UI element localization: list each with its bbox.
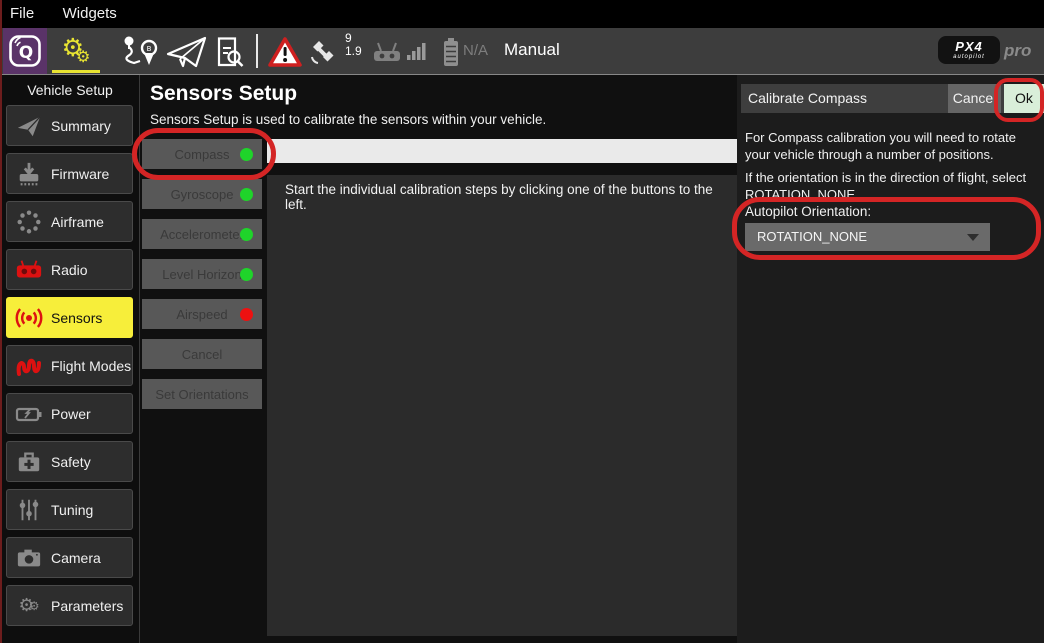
flight-modes-wave-icon [7, 353, 51, 379]
gears-icon: ⚙⚙ [7, 595, 51, 616]
airspeed-status-dot [240, 308, 253, 321]
rc-transmitter-icon [372, 40, 402, 64]
svg-text:Q: Q [19, 43, 33, 63]
sidebar-item-summary[interactable]: Summary [6, 105, 133, 146]
sidebar-item-parameters[interactable]: ⚙⚙ Parameters [6, 585, 133, 626]
px4-autopilot-logo: PX4 autopilot [938, 36, 1000, 64]
autopilot-orientation-label: Autopilot Orientation: [745, 204, 871, 219]
radio-transmitter-icon [7, 257, 51, 283]
sidebar-item-power[interactable]: Power [6, 393, 133, 434]
level-horizon-button[interactable]: Level Horizon [142, 259, 262, 289]
compass-calibration-help-text: For Compass calibration you will need to… [745, 130, 1043, 163]
ok-button[interactable]: Ok [1004, 84, 1044, 113]
dotted-circle-icon [7, 209, 51, 235]
menu-widgets[interactable]: Widgets [51, 0, 129, 28]
set-orientations-button[interactable]: Set Orientations [142, 379, 262, 409]
calibration-log-panel: Start the individual calibration steps b… [267, 175, 737, 636]
sidebar-item-safety[interactable]: Safety [6, 441, 133, 482]
gear-icon: ⚙ [76, 49, 90, 66]
vehicle-messages-indicator[interactable] [268, 36, 302, 73]
calibration-instruction-text: Start the individual calibration steps b… [285, 182, 737, 212]
gyroscope-button[interactable]: Gyroscope [142, 179, 262, 209]
sensors-signal-icon [7, 305, 51, 331]
plan-tab[interactable]: B [120, 34, 162, 75]
qgroundcontrol-window: File Widgets Q ⚙⚙ B [0, 0, 1044, 643]
window-left-edge [0, 0, 2, 643]
fly-tab[interactable] [166, 35, 208, 74]
sliders-icon [7, 497, 51, 523]
page-subtitle: Sensors Setup is used to calibrate the s… [150, 112, 546, 127]
cancel-button[interactable]: Cancel [948, 84, 1001, 113]
accelerometer-button[interactable]: Accelerometer [142, 219, 262, 249]
vehicle-setup-tab[interactable]: ⚙⚙ [52, 28, 100, 70]
power-battery-icon [7, 402, 51, 426]
gps-indicator[interactable] [306, 36, 340, 73]
battery-indicator[interactable] [440, 36, 462, 73]
calibrate-compass-panel: Calibrate Compass Cancel Ok For Compass … [737, 75, 1044, 643]
sidebar-item-sensors[interactable]: Sensors [6, 297, 133, 338]
battery-icon [440, 36, 462, 68]
accelerometer-status-dot [240, 228, 253, 241]
warning-triangle-icon [268, 36, 302, 68]
svg-text:B: B [147, 45, 152, 53]
sidebar-item-flight-modes[interactable]: Flight Modes [6, 345, 133, 386]
airspeed-button[interactable]: Airspeed [142, 299, 262, 329]
sidebar-title: Vehicle Setup [0, 82, 140, 98]
gyroscope-status-dot [240, 188, 253, 201]
autopilot-orientation-dropdown[interactable]: ROTATION_NONE [745, 223, 990, 251]
qgc-q-icon: Q [8, 34, 42, 68]
orientation-help-text: If the orientation is in the direction o… [745, 170, 1043, 203]
vehicle-setup-sidebar: Vehicle Setup Summary Firmware Airframe [0, 75, 140, 643]
px4-pro-label: pro [1004, 41, 1031, 61]
sidebar-item-tuning[interactable]: Tuning [6, 489, 133, 530]
waypoint-route-icon: B [120, 34, 162, 70]
sidebar-divider [139, 75, 140, 643]
menu-bar: File Widgets [0, 0, 1044, 28]
flight-mode-indicator[interactable]: Manual [504, 40, 560, 60]
satellite-icon [306, 36, 340, 68]
sidebar-item-camera[interactable]: Camera [6, 537, 133, 578]
sidebar-item-radio[interactable]: Radio [6, 249, 133, 290]
level-horizon-status-dot [240, 268, 253, 281]
panel-title: Calibrate Compass [748, 84, 867, 113]
sidebar-item-firmware[interactable]: Firmware [6, 153, 133, 194]
cancel-calibration-button[interactable]: Cancel [142, 339, 262, 369]
toolbar: Q ⚙⚙ B [0, 28, 1044, 75]
panel-header: Calibrate Compass Cancel Ok [741, 84, 1044, 113]
active-tab-underline [52, 70, 100, 73]
log-document-icon [211, 36, 247, 68]
gps-hdop: 1.9 [345, 45, 362, 58]
battery-status-text: N/A [463, 42, 488, 59]
compass-status-dot [240, 148, 253, 161]
qgroundcontrol-logo-icon[interactable]: Q [3, 28, 47, 74]
chevron-down-icon [967, 234, 979, 241]
compass-button[interactable]: Compass [142, 139, 262, 169]
paper-plane-icon [166, 35, 208, 69]
analyze-tab[interactable] [211, 36, 247, 73]
paper-plane-icon [7, 113, 51, 139]
orientation-selected-value: ROTATION_NONE [757, 223, 867, 251]
first-aid-kit-icon [7, 449, 51, 475]
signal-bars-icon [407, 42, 429, 61]
calibration-progress-bar [267, 139, 737, 163]
menu-file[interactable]: File [0, 0, 46, 28]
page-title: Sensors Setup [150, 82, 297, 106]
toolbar-separator [256, 34, 258, 68]
sidebar-item-airframe[interactable]: Airframe [6, 201, 133, 242]
gps-values: 9 1.9 [345, 32, 362, 58]
rc-rssi-indicator[interactable] [372, 40, 402, 69]
camera-icon [7, 546, 51, 570]
firmware-download-icon [7, 161, 51, 187]
signal-strength-indicator [407, 42, 429, 66]
